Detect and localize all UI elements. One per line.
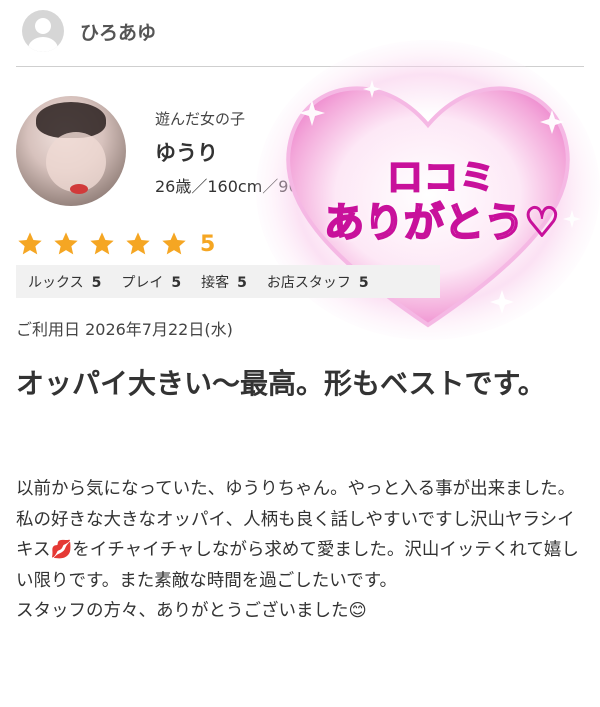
rating-play: プレイ 5 (121, 274, 182, 291)
star-icon (126, 232, 150, 255)
review-paragraph: 以前から気になっていた、ゆうりちゃん。やっと入る事が出来ました。私の好きな大きな… (16, 479, 579, 591)
banner-line2: ありがとう♡ (323, 199, 561, 247)
star-icon (162, 232, 186, 255)
star-icon (90, 232, 114, 255)
review-body: 以前から気になっていた、ゆうりちゃん。やっと入る事が出来ました。私の好きな大きな… (16, 474, 586, 627)
star-icon (54, 232, 78, 255)
girl-name[interactable]: ゆうり (155, 137, 218, 167)
rating-staff: お店スタッフ 5 (266, 274, 369, 291)
rating-service: 接客 5 (201, 274, 247, 291)
rating-score: 5 (200, 231, 216, 257)
played-girl-label: 遊んだ女の子 (155, 110, 246, 128)
visit-date: ご利用日 2026年7月22日(水) (16, 320, 233, 339)
star-icon (18, 232, 42, 255)
review-title: オッパイ大きい〜最高。形もベストです。 (16, 367, 546, 400)
category-ratings: ルックス 5 プレイ 5 接客 5 お店スタッフ 5 (16, 265, 440, 298)
rating-looks: ルックス 5 (28, 274, 102, 291)
girl-photo[interactable] (16, 96, 126, 206)
user-avatar-icon[interactable] (22, 10, 64, 52)
reviewer-name[interactable]: ひろあゆ (80, 18, 156, 45)
star-rating: 5 (16, 228, 215, 260)
review-paragraph: スタッフの方々、ありがとうございました😊 (16, 601, 367, 621)
